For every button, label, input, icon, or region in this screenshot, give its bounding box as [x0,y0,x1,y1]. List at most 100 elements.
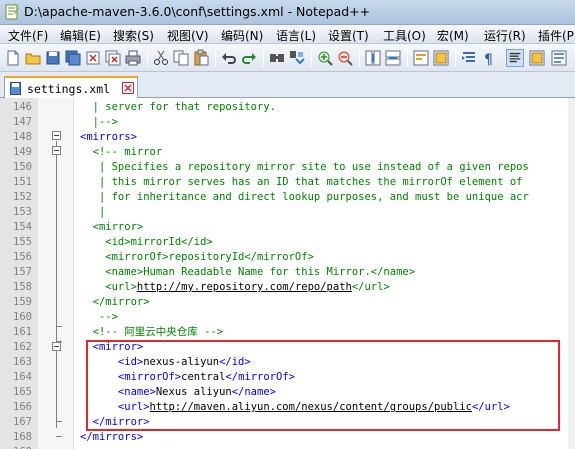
code-token: | [80,206,106,218]
new-file-icon[interactable] [4,49,22,67]
line-number: 150 [13,161,32,173]
line-number: 154 [13,221,32,233]
line-number: 166 [13,401,32,413]
menu-encoding[interactable]: 编码(N) [221,27,263,44]
code-token: <!-- 阿里云中央仓库 --> [80,326,224,338]
toolbar-separator [455,49,456,67]
line-number: 162 [13,341,32,353]
menu-view[interactable]: 视图(V) [167,27,209,44]
menu-tools[interactable]: 工具(O) [383,27,426,44]
menu-macro[interactable]: 宏(M) [437,27,469,44]
code-line[interactable]: 157 <name>Human Readable Name for this M… [0,265,575,280]
code-text: <!-- mirror [80,145,163,160]
vertical-scrollbar[interactable] [568,98,575,449]
url-link[interactable]: http://my.repository.com/repo/path [137,281,352,293]
tab-close-icon[interactable] [122,82,134,94]
code-token: <url> [80,281,137,293]
fold-toggle-mirrors[interactable] [52,131,61,140]
save-icon[interactable] [44,49,62,67]
document-map-icon[interactable] [506,49,524,67]
toolbar-separator [407,49,408,67]
word-wrap-icon[interactable] [412,49,430,67]
paragraph-icon[interactable]: ¶ [480,49,498,67]
replace-icon[interactable] [288,49,306,67]
code-token: <id>mirrorId</id> [80,236,213,248]
code-text: <mirrorOf>repositoryId</mirrorOf> [80,250,314,265]
zoom-out-icon[interactable] [336,49,354,67]
open-file-icon[interactable] [24,49,42,67]
annotation-highlight-box [86,340,560,431]
file-saved-icon [10,82,21,95]
code-line[interactable]: 148 <mirrors> [0,130,575,145]
menu-edit[interactable]: 编辑(E) [60,27,101,44]
toolbar-separator [263,49,264,67]
code-line[interactable]: 159 </mirror> [0,295,575,310]
code-text: <mirrors> [80,130,137,145]
cut-icon[interactable] [152,49,170,67]
code-line[interactable]: 161 <!-- 阿里云中央仓库 --> [0,325,575,340]
code-line[interactable]: 147 |--> [0,115,575,130]
code-line[interactable]: 154 <mirror> [0,220,575,235]
code-text: --> [80,310,118,325]
indent-guide-icon[interactable] [460,49,478,67]
save-all-icon[interactable] [64,49,82,67]
menu-plugins[interactable]: 插件(P) [538,27,575,44]
menu-language[interactable]: 语言(L) [276,27,316,44]
code-line[interactable]: 168 </mirrors> [0,430,575,445]
code-line[interactable]: 150 | Specifies a repository mirror site… [0,160,575,175]
code-line[interactable]: 156 <mirrorOf>repositoryId</mirrorOf> [0,250,575,265]
code-line[interactable]: 169 [0,445,575,449]
title-bar[interactable]: D:\apache-maven-3.6.0\conf\settings.xml … [0,0,575,25]
close-file-icon[interactable] [84,49,102,67]
undo-icon[interactable] [220,49,238,67]
code-line[interactable]: 152 | for inheritance and direct lookup … [0,190,575,205]
code-token: |--> [80,116,118,128]
fold-toggle-mirror[interactable] [52,342,61,351]
code-line[interactable]: 155 <id>mirrorId</id> [0,235,575,250]
code-token: <!-- mirror [80,146,163,158]
paste-icon[interactable] [192,49,210,67]
code-line[interactable]: 146 | server for that repository. [0,100,575,115]
toolbar-separator [359,49,360,67]
sync-vertical-icon[interactable] [364,49,382,67]
line-number: 161 [13,326,32,338]
code-line[interactable]: 153 | [0,205,575,220]
menu-run[interactable]: 运行(R) [484,27,526,44]
find-icon[interactable] [268,49,286,67]
editor-area[interactable]: 146 | server for that repository. 147 |--… [0,98,575,449]
sync-horizontal-icon[interactable] [384,49,402,67]
line-number: 164 [13,371,32,383]
menu-search[interactable]: 搜索(S) [113,27,154,44]
print-icon[interactable] [124,49,142,67]
show-all-chars-icon[interactable] [432,49,450,67]
function-list-icon[interactable] [528,49,546,67]
tab-settings-xml[interactable]: settings.xml [4,76,138,98]
code-text: <url>http://my.repository.com/repo/path<… [80,280,390,295]
toolbar-separator [311,49,312,67]
svg-text:¶: ¶ [484,52,493,67]
fold-end-marker [56,436,62,437]
copy-icon[interactable] [172,49,190,67]
line-number: 151 [13,176,32,188]
code-line[interactable]: 151 | this mirror serves has an ID that … [0,175,575,190]
code-line[interactable]: 158 <url>http://my.repository.com/repo/p… [0,280,575,295]
code-text: <name>Human Readable Name for this Mirro… [80,265,415,280]
menu-settings[interactable]: 设置(T) [328,27,369,44]
redo-icon[interactable] [240,49,258,67]
code-line[interactable]: 149 <!-- mirror [0,145,575,160]
menu-file[interactable]: 文件(F) [8,27,48,44]
code-token: | this mirror serves has an ID that matc… [80,176,523,188]
line-number: 148 [13,131,32,143]
folder-workspace-icon[interactable] [550,49,568,67]
zoom-in-icon[interactable] [316,49,334,67]
fold-guide [56,141,57,428]
fold-toggle-comment[interactable] [52,146,61,155]
code-token: <mirrorOf>repositoryId</mirrorOf> [80,251,314,263]
close-all-icon[interactable] [104,49,122,67]
line-number: 168 [13,431,32,443]
toolbar: ¶ [0,44,575,72]
line-number: 157 [13,266,32,278]
line-number: 160 [13,311,32,323]
code-line[interactable]: 160 --> [0,310,575,325]
line-number: 146 [13,101,32,113]
